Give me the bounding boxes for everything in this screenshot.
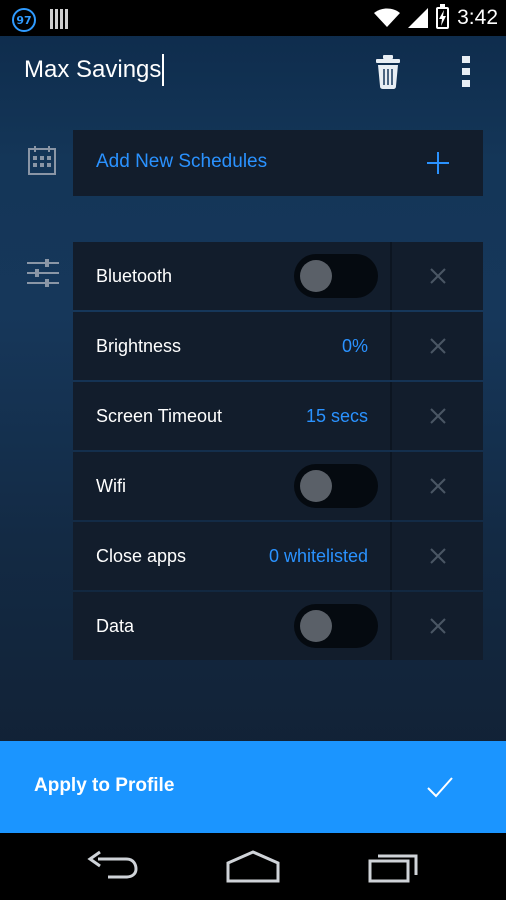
setting-row-bluetooth: Bluetooth	[73, 242, 483, 310]
bluetooth-toggle[interactable]	[294, 254, 378, 298]
trash-icon[interactable]	[374, 52, 402, 92]
status-bar: 97 3:42	[0, 0, 506, 36]
navigation-bar	[0, 833, 506, 900]
notification-badge-count: 97	[16, 13, 32, 27]
home-icon[interactable]	[225, 849, 281, 885]
close-icon[interactable]	[428, 266, 448, 286]
close-apps-value[interactable]: 0 whitelisted	[269, 546, 368, 567]
setting-label: Brightness	[96, 336, 182, 356]
screen-timeout-value[interactable]: 15 secs	[306, 406, 368, 427]
back-icon[interactable]	[84, 849, 140, 885]
clock-time: 3:42	[457, 6, 498, 29]
profile-name-field[interactable]: Max Savings	[24, 54, 165, 86]
signal-icon	[408, 8, 429, 28]
setting-label: Data	[96, 616, 135, 636]
setting-row-brightness: Brightness 0%	[73, 312, 483, 380]
setting-label: Bluetooth	[96, 266, 173, 286]
status-icons: 3:42	[374, 0, 498, 36]
setting-row-wifi: Wifi	[73, 452, 483, 520]
close-icon[interactable]	[428, 546, 448, 566]
setting-label: Close apps	[96, 546, 187, 566]
toggle-knob	[300, 470, 332, 502]
apply-label: Apply to Profile	[34, 775, 175, 796]
close-icon[interactable]	[428, 336, 448, 356]
battery-charging-icon	[436, 4, 450, 29]
setting-row-screen-timeout: Screen Timeout 15 secs	[73, 382, 483, 450]
row-divider	[390, 312, 392, 380]
close-icon[interactable]	[428, 616, 448, 636]
wifi-toggle[interactable]	[294, 464, 378, 508]
app-screen: 97 3:42 Max Savings Add New Schedules Bl…	[0, 0, 506, 900]
data-toggle[interactable]	[294, 604, 378, 648]
close-icon[interactable]	[428, 476, 448, 496]
setting-label: Screen Timeout	[96, 406, 223, 426]
toggle-knob	[300, 610, 332, 642]
app-header: Max Savings	[0, 36, 506, 108]
brightness-value[interactable]: 0%	[342, 336, 368, 357]
calendar-icon	[28, 146, 56, 175]
recents-icon[interactable]	[366, 849, 422, 885]
check-icon	[427, 777, 453, 798]
toggle-knob	[300, 260, 332, 292]
wifi-icon	[374, 8, 401, 27]
add-schedule-button[interactable]: Add New Schedules	[73, 130, 483, 196]
row-divider	[390, 242, 392, 310]
apply-to-profile-button[interactable]: Apply to Profile	[0, 741, 506, 833]
barcode-notification-icon	[50, 9, 68, 29]
row-divider	[390, 592, 392, 660]
notification-badge-icon: 97	[12, 8, 36, 32]
setting-label: Wifi	[96, 476, 126, 496]
close-icon[interactable]	[428, 406, 448, 426]
sliders-icon	[27, 259, 59, 287]
more-vert-icon[interactable]	[456, 54, 476, 90]
plus-icon	[427, 152, 449, 174]
row-divider	[390, 522, 392, 590]
setting-row-data: Data	[73, 592, 483, 660]
row-divider	[390, 382, 392, 450]
setting-row-close-apps: Close apps 0 whitelisted	[73, 522, 483, 590]
settings-list: Bluetooth Brightness 0% Screen Timeout 1…	[73, 242, 483, 662]
add-schedule-label: Add New Schedules	[96, 151, 268, 172]
row-divider	[390, 452, 392, 520]
